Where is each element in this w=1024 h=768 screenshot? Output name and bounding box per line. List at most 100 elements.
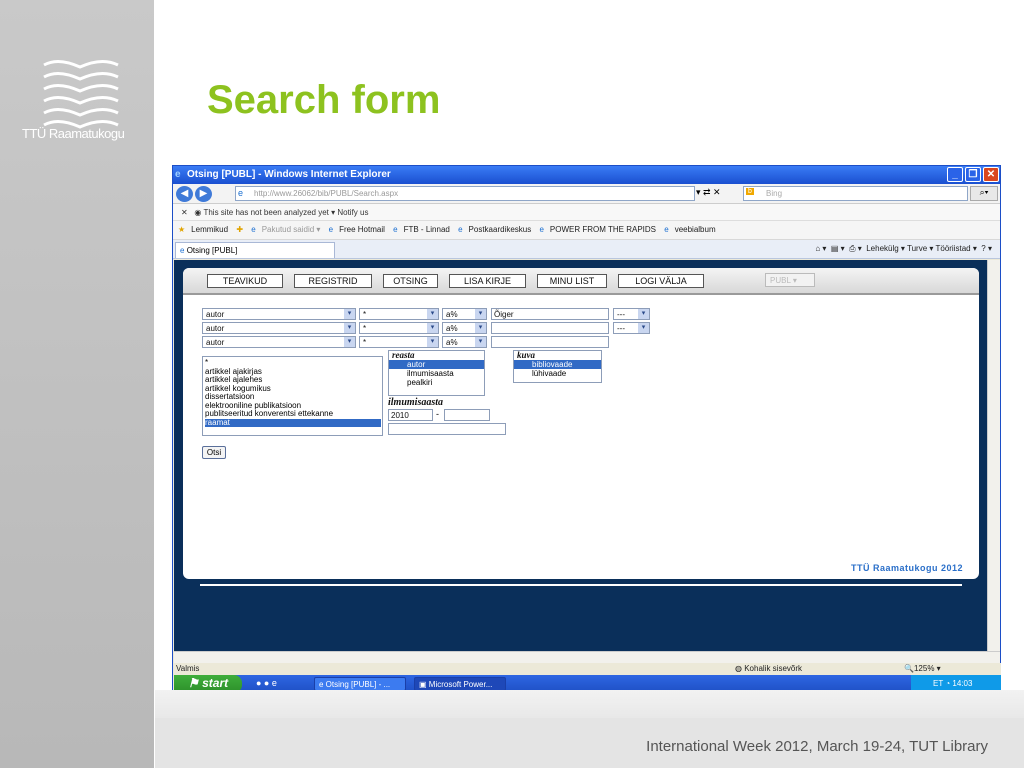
- slide-title: Search form: [207, 78, 441, 122]
- field-value: autor: [206, 338, 225, 347]
- ie-tab-icon: e: [180, 246, 185, 255]
- forward-icon[interactable]: ▶: [195, 186, 212, 202]
- search-button[interactable]: Otsi: [202, 446, 226, 459]
- list-item[interactable]: publitseeritud konverentsi ettekanne: [205, 409, 381, 419]
- add-favorite-icon[interactable]: ✚: [236, 225, 243, 234]
- mode-select-3[interactable]: a% ▾: [442, 336, 487, 348]
- chevron-down-icon: ▾: [475, 337, 486, 347]
- boolean-value: ---: [617, 324, 625, 333]
- page-viewport: TEAVIKUD REGISTRID OTSING LISA KIRJE MIN…: [174, 260, 987, 653]
- sort-option[interactable]: autor: [389, 360, 484, 369]
- list-item-selected[interactable]: raamat: [205, 418, 381, 427]
- year-separator: -: [436, 409, 439, 419]
- logo-text: TTÜ Raamatukogu: [22, 126, 125, 141]
- url-input[interactable]: e http://www.26062/bib/PUBL/Search.aspx: [235, 186, 695, 201]
- nav-otsing[interactable]: OTSING: [383, 274, 438, 288]
- ie-fav-icon: e: [539, 225, 544, 234]
- field-select-3[interactable]: autor ▾: [202, 336, 356, 348]
- view-option[interactable]: lühivaade: [514, 369, 601, 378]
- vertical-scrollbar[interactable]: [987, 260, 1000, 653]
- horizontal-scrollbar[interactable]: [174, 651, 1000, 663]
- search-term-input-2[interactable]: [491, 322, 609, 334]
- mode-select-1[interactable]: a% ▾: [442, 308, 487, 320]
- nav-registrid[interactable]: REGISTRID: [294, 274, 372, 288]
- nav-lisa-kirje[interactable]: LISA KIRJE: [449, 274, 526, 288]
- year-to-input[interactable]: [444, 409, 490, 421]
- status-text: Valmis: [176, 664, 200, 673]
- nav-teavikud[interactable]: TEAVIKUD: [207, 274, 283, 288]
- fav-item[interactable]: Postkaardikeskus: [469, 225, 532, 234]
- command-bar: ⌂ ▾ ▤ ▾ ⎙ ▾ Lehekülg ▾ Turve ▾ Tööriista…: [815, 244, 992, 254]
- help-icon[interactable]: ? ▾: [979, 244, 992, 253]
- fav-item[interactable]: Pakutud saidid ▾: [262, 225, 321, 234]
- operator-select-3[interactable]: * ▾: [359, 336, 439, 348]
- feeds-icon[interactable]: ▤ ▾: [829, 244, 845, 253]
- task-label: Otsing [PUBL] - ...: [325, 680, 391, 689]
- close-infobar-icon[interactable]: ✕: [181, 208, 192, 217]
- security-zone: ◍ Kohalik sisevõrk: [735, 664, 802, 673]
- year-from-input[interactable]: 2010: [388, 409, 433, 421]
- quick-launch-icons[interactable]: ● ● e: [256, 678, 277, 688]
- back-icon[interactable]: ◀: [176, 186, 193, 202]
- boolean-select-2[interactable]: --- ▾: [613, 322, 650, 334]
- extra-input[interactable]: [388, 423, 506, 435]
- brand-text: TTÜ Raamatukogu 2012: [850, 563, 963, 573]
- field-select-2[interactable]: autor ▾: [202, 322, 356, 334]
- ie-fav-icon: e: [664, 225, 669, 234]
- ie-icon: e: [175, 169, 181, 180]
- favorites-star-icon[interactable]: ★: [178, 225, 185, 234]
- chevron-down-icon: ▾: [427, 337, 438, 347]
- fav-item[interactable]: POWER FROM THE RAPIDS: [550, 225, 656, 234]
- decorative-band: [155, 690, 1024, 718]
- language-indicator[interactable]: ET: [933, 679, 943, 688]
- address-bar: ◀ ▶ e http://www.26062/bib/PUBL/Search.a…: [173, 184, 1000, 204]
- network-icon[interactable]: ◔: [945, 679, 950, 688]
- search-input[interactable]: b Bing: [743, 186, 968, 201]
- zone-text: Kohalik sisevõrk: [744, 664, 803, 673]
- browser-window: e Otsing [PUBL] - Windows Internet Explo…: [172, 165, 1001, 693]
- field-value: autor: [206, 324, 225, 333]
- search-term-input-3[interactable]: [491, 336, 609, 348]
- infobar-text[interactable]: This site has not been analyzed yet ▾: [203, 208, 335, 217]
- fav-item[interactable]: FTB - Linnad: [404, 225, 450, 234]
- close-button[interactable]: ✕: [983, 167, 999, 182]
- chevron-down-icon: ▾: [475, 323, 486, 333]
- nav-minu-list[interactable]: MINU LIST: [537, 274, 607, 288]
- mode-value: a%: [446, 338, 458, 347]
- operator-select-1[interactable]: * ▾: [359, 308, 439, 320]
- view-option[interactable]: bibliovaade: [514, 360, 601, 369]
- home-icon[interactable]: ⌂ ▾: [815, 244, 826, 253]
- task-ie[interactable]: e Otsing [PUBL] - ...: [314, 677, 406, 691]
- tab-otsing[interactable]: e Otsing [PUBL]: [175, 242, 335, 258]
- field-select-1[interactable]: autor ▾: [202, 308, 356, 320]
- document-type-list[interactable]: * artikkel ajakirjas artikkel ajalehes a…: [202, 356, 383, 436]
- tab-label: Otsing [PUBL]: [186, 246, 238, 255]
- sort-option[interactable]: ilmumisaasta: [389, 369, 484, 378]
- search-icon[interactable]: ⌕▾: [970, 186, 998, 201]
- zoom-control[interactable]: 🔍125% ▾: [904, 664, 941, 673]
- sort-option[interactable]: pealkiri: [389, 378, 484, 387]
- command-menus[interactable]: Lehekülg ▾ Turve ▾ Tööriistad ▾: [866, 244, 977, 253]
- search-term-input-1[interactable]: Õiger: [491, 308, 609, 320]
- fav-item[interactable]: Lemmikud: [191, 225, 228, 234]
- minimize-button[interactable]: _: [947, 167, 963, 182]
- ie-task-icon: e: [319, 680, 326, 689]
- operator-select-2[interactable]: * ▾: [359, 322, 439, 334]
- task-powerpoint[interactable]: ▣ Microsoft Power...: [414, 677, 506, 691]
- boolean-select-1[interactable]: --- ▾: [613, 308, 650, 320]
- mode-select-2[interactable]: a% ▾: [442, 322, 487, 334]
- database-select[interactable]: PUBL ▾: [765, 273, 815, 287]
- view-label: kuva: [517, 350, 535, 360]
- database-value: PUBL: [770, 276, 791, 285]
- print-icon[interactable]: ⎙ ▾: [847, 244, 864, 253]
- nav-logi-valja[interactable]: LOGI VÄLJA: [618, 274, 704, 288]
- window-titlebar: e Otsing [PUBL] - Windows Internet Explo…: [173, 166, 1000, 184]
- task-label: Microsoft Power...: [428, 680, 493, 689]
- maximize-button[interactable]: ❐: [965, 167, 981, 182]
- fav-item[interactable]: Free Hotmail: [339, 225, 385, 234]
- fav-item[interactable]: veebialbum: [675, 225, 716, 234]
- clock: 14:03: [952, 679, 973, 688]
- notify-link[interactable]: Notify us: [337, 208, 368, 217]
- refresh-stop-icons[interactable]: ▾ ⇄ ✕: [696, 187, 721, 198]
- info-bar: ✕ ◉ This site has not been analyzed yet …: [173, 204, 1000, 221]
